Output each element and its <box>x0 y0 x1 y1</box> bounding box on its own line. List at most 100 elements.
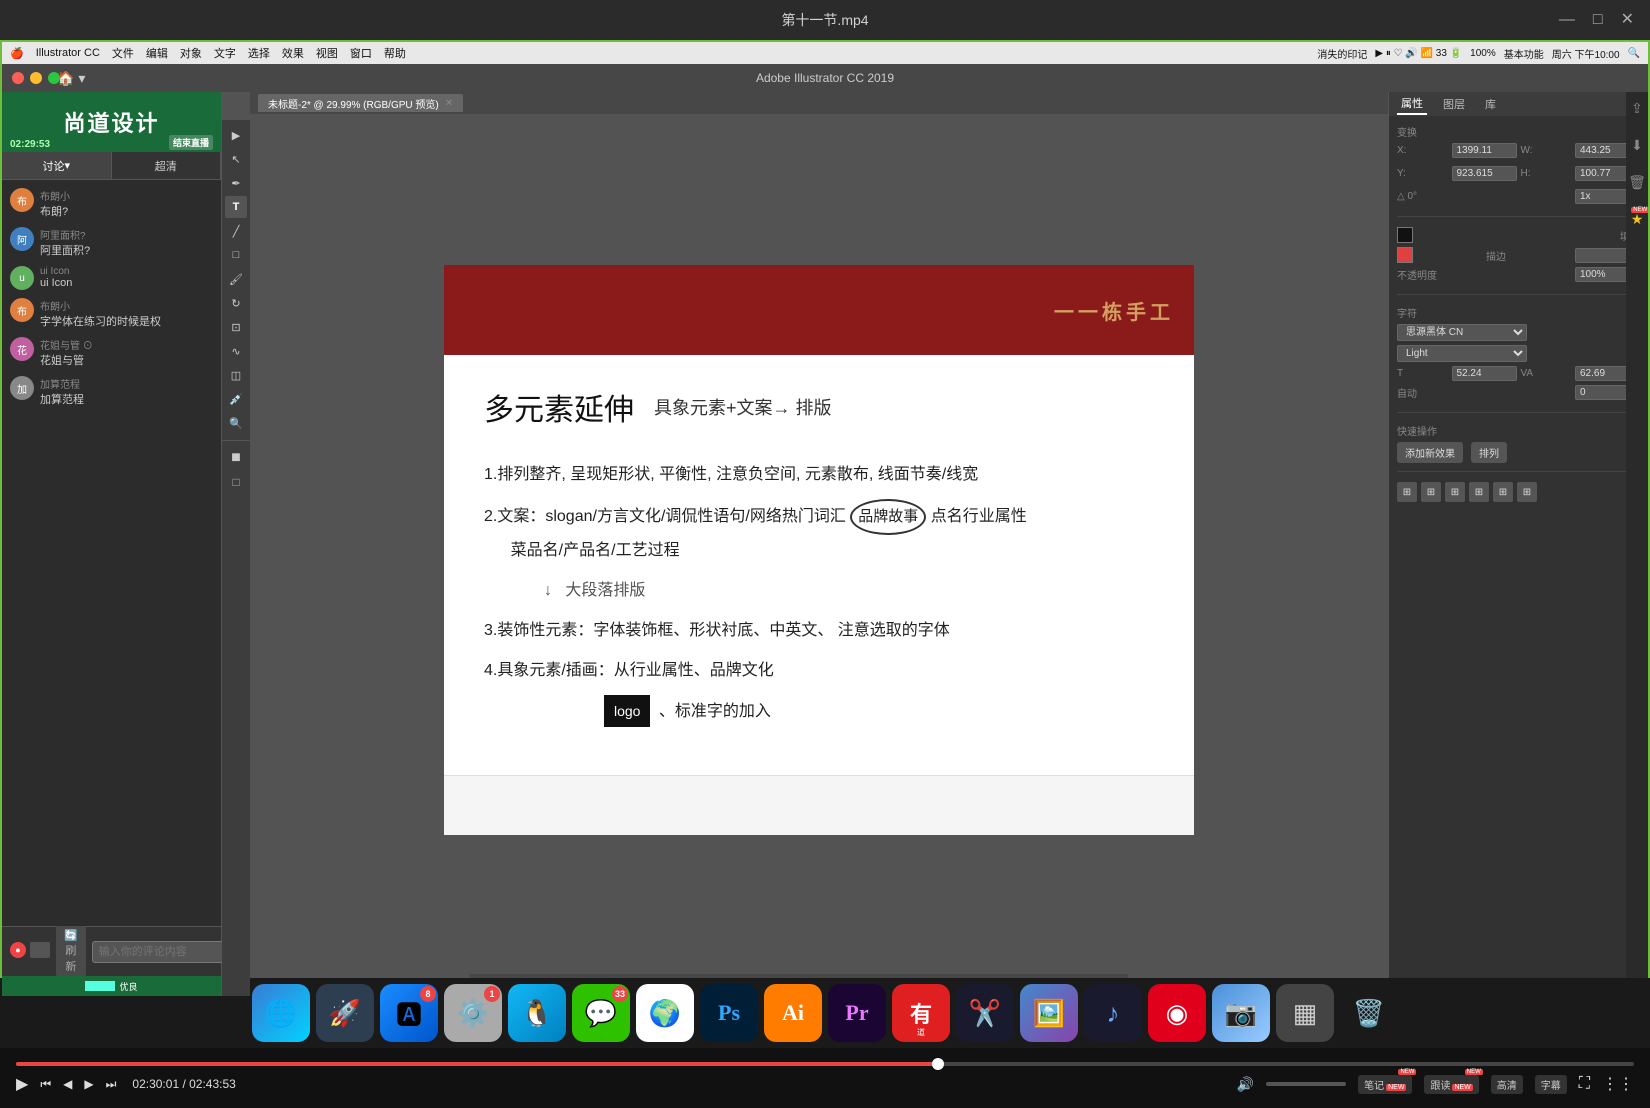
tab-hd[interactable]: 超清 <box>112 152 222 179</box>
slide-item-2: 2.文案：slogan/方言文化/调侃性语句/网络热门词汇 品牌故事 点名行业属… <box>484 499 1154 567</box>
brand-story-highlight: 品牌故事 <box>850 499 926 535</box>
fill-color-swatch[interactable] <box>1397 227 1413 243</box>
quick-actions-section: 快速操作 添加新效果 排列 <box>1397 423 1640 472</box>
tab-properties[interactable]: 属性 <box>1397 93 1427 115</box>
dock-ps[interactable]: Ps <box>700 984 758 1042</box>
tab-discussion[interactable]: 讨论 ▾ <box>2 152 112 179</box>
dock-appstore[interactable]: 🅰 8 <box>380 984 438 1042</box>
tool-zoom[interactable]: 🔍 <box>225 412 247 434</box>
close-traffic-light[interactable] <box>12 72 24 84</box>
menu-object[interactable]: 对象 <box>180 45 202 61</box>
tab-library[interactable]: 库 <box>1481 94 1500 114</box>
rewind-btn[interactable]: ◀ <box>63 1077 72 1091</box>
star-icon[interactable]: ★NEW <box>1631 211 1644 228</box>
menu-window[interactable]: 窗口 <box>350 45 372 61</box>
apple-menu[interactable]: 🍎 <box>10 47 24 60</box>
tool-rotate[interactable]: ↻ <box>225 292 247 314</box>
prev-frame-btn[interactable]: ⏮ <box>40 1077 51 1092</box>
download-icon[interactable]: ⬇ <box>1631 137 1643 154</box>
menu-file[interactable]: 文件 <box>112 45 134 61</box>
menu-illustrator[interactable]: Illustrator CC <box>36 47 100 59</box>
hd-btn[interactable]: 高清 <box>1491 1075 1523 1094</box>
forward-btn[interactable]: ▶ <box>84 1077 93 1091</box>
share-icon[interactable]: ⇪ <box>1631 100 1643 117</box>
menu-type[interactable]: 文字 <box>214 45 236 61</box>
play-btn[interactable]: ▶ <box>16 1074 28 1094</box>
doc-tab-close[interactable]: ✕ <box>445 98 453 109</box>
next-frame-btn[interactable]: ⏭ <box>106 1077 117 1092</box>
menu-view[interactable]: 视图 <box>316 45 338 61</box>
workspace-selector[interactable]: 基本功能 <box>1504 46 1544 61</box>
tool-brush[interactable]: 🖌 <box>225 268 247 290</box>
dock-wechat[interactable]: 💬 33 <box>572 984 630 1042</box>
tool-eyedropper[interactable]: 💉 <box>225 388 247 410</box>
dock-youdao[interactable]: 有 道 <box>892 984 950 1042</box>
color-fill[interactable]: ■ <box>225 447 247 469</box>
close-btn[interactable]: ✕ <box>1621 12 1634 28</box>
dock-ai[interactable]: Ai <box>764 984 822 1042</box>
menu-edit[interactable]: 编辑 <box>146 45 168 61</box>
volume-icon[interactable]: 🔊 <box>1237 1076 1254 1093</box>
align-top[interactable]: ⊞ <box>1469 482 1489 502</box>
refresh-btn[interactable]: 🔄 刷新 <box>56 926 86 977</box>
align-btn[interactable]: 排列 <box>1471 442 1507 463</box>
volume-slider[interactable] <box>1266 1082 1346 1086</box>
dock-finalcut[interactable]: ✂️ <box>956 984 1014 1042</box>
dock-qq[interactable]: 🐧 <box>508 984 566 1042</box>
delete-icon[interactable]: 🗑 <box>1628 174 1646 191</box>
tool-pen[interactable]: ✒ <box>225 172 247 194</box>
add-quick-btn[interactable]: 添加新效果 <box>1397 442 1463 463</box>
follow-read-btn[interactable]: 跟读NEW <box>1424 1075 1478 1094</box>
dock-photo[interactable]: 📷 <box>1212 984 1270 1042</box>
dock-grid[interactable]: ▦ <box>1276 984 1334 1042</box>
y-input[interactable] <box>1452 166 1517 181</box>
live-btn[interactable]: 结束直播 <box>169 135 213 150</box>
font-style-select[interactable]: Light <box>1397 345 1527 362</box>
align-center[interactable]: ⊞ <box>1421 482 1441 502</box>
minimize-traffic-light[interactable] <box>30 72 42 84</box>
dock-settings[interactable]: ⚙️ 1 <box>444 984 502 1042</box>
menu-effect[interactable]: 效果 <box>282 45 304 61</box>
dock-chrome[interactable]: 🌍 <box>636 984 694 1042</box>
tool-gradient[interactable]: ◫ <box>225 364 247 386</box>
x-input[interactable] <box>1452 143 1517 158</box>
tool-scale[interactable]: ⊡ <box>225 316 247 338</box>
menu-select[interactable]: 选择 <box>248 45 270 61</box>
fullscreen-btn[interactable]: ⛶ <box>1579 1075 1590 1093</box>
settings-btn[interactable]: ⋮⋮ <box>1602 1074 1634 1094</box>
maximize-btn[interactable]: □ <box>1593 12 1603 28</box>
dock-preview[interactable]: 🖼️ <box>1020 984 1078 1042</box>
tool-direct-select[interactable]: ↖ <box>225 148 247 170</box>
tab-layers[interactable]: 图层 <box>1439 94 1469 114</box>
dock-launchpad[interactable]: 🚀 <box>316 984 374 1042</box>
subtitle-btn[interactable]: 字幕 <box>1535 1075 1567 1094</box>
doc-tab-active[interactable]: 未标题-2* @ 29.99% (RGB/GPU 预览) ✕ <box>258 94 463 112</box>
search-icon[interactable]: 🔍 <box>1628 48 1640 59</box>
menu-help[interactable]: 帮助 <box>384 45 406 61</box>
dock-music[interactable]: ♪ <box>1084 984 1142 1042</box>
dock-trash[interactable]: 🗑️ <box>1340 984 1398 1042</box>
dock-pr[interactable]: Pr <box>828 984 886 1042</box>
align-right[interactable]: ⊞ <box>1445 482 1465 502</box>
font-size-input[interactable] <box>1452 366 1517 381</box>
align-left[interactable]: ⊞ <box>1397 482 1417 502</box>
tool-select[interactable]: ▶ <box>225 124 247 146</box>
font-family-select[interactable]: 思源黑体 CN <box>1397 324 1527 341</box>
dock-netease[interactable]: ◉ <box>1148 984 1206 1042</box>
slide-item-logo: logo 、标准字的加入 <box>484 695 1154 728</box>
chat-username: 阿里面积? <box>40 227 213 242</box>
align-bottom[interactable]: ⊞ <box>1517 482 1537 502</box>
color-stroke[interactable]: □ <box>225 471 247 493</box>
tool-warp[interactable]: ∿ <box>225 340 247 362</box>
tool-type[interactable]: T <box>225 196 247 218</box>
ai-home-btn[interactable]: 🏠 ▾ <box>57 70 85 87</box>
stroke-color-swatch[interactable] <box>1397 247 1413 263</box>
progress-bar[interactable] <box>16 1062 1634 1066</box>
tool-line[interactable]: ╱ <box>225 220 247 242</box>
tool-rect[interactable]: □ <box>225 244 247 266</box>
notes-btn[interactable]: 笔记NEW <box>1358 1075 1412 1094</box>
minimize-btn[interactable]: — <box>1559 12 1575 28</box>
video-icon <box>30 942 50 958</box>
dock-finder[interactable]: 🌐 <box>252 984 310 1042</box>
align-middle[interactable]: ⊞ <box>1493 482 1513 502</box>
